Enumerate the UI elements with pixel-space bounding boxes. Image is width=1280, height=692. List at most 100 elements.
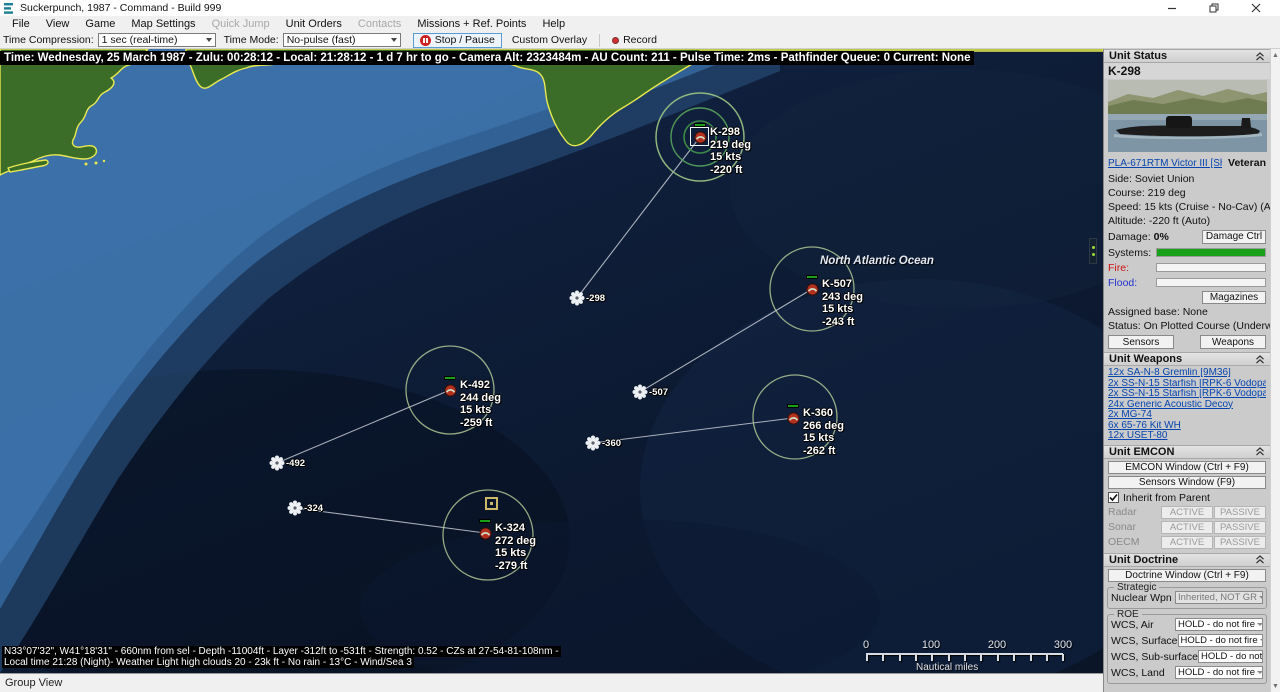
waypoint-marker-507[interactable]: -507	[632, 384, 648, 405]
collapse-chevron-icon[interactable]	[1255, 355, 1265, 364]
record-button[interactable]: Record	[606, 33, 663, 48]
oecm-active-button[interactable]: ACTIVE	[1161, 536, 1213, 549]
waypoint-marker-360[interactable]: -360	[585, 435, 601, 456]
waypoint-marker-492[interactable]: -492	[269, 455, 285, 476]
weapons-button[interactable]: Weapons	[1200, 335, 1266, 349]
weapon-link[interactable]: 2x MG-74	[1108, 410, 1266, 421]
sonar-active-button[interactable]: ACTIVE	[1161, 521, 1213, 534]
unit-status-header[interactable]: Unit Status	[1104, 49, 1270, 63]
menu-unit-orders[interactable]: Unit Orders	[278, 16, 350, 32]
unit-weapons-title: Unit Weapons	[1109, 353, 1182, 365]
waypoint-marker-324[interactable]: -324	[287, 500, 303, 521]
toolbar-separator	[599, 34, 600, 47]
unit-speed-info: Speed: 15 kts (Cruise - No-Cav) (Auto)	[1104, 200, 1270, 214]
unit-emcon-header[interactable]: Unit EMCON	[1104, 445, 1270, 459]
weapon-link[interactable]: 12x SA-N-8 Gremlin [9M36]	[1108, 368, 1266, 379]
unit-course: 272 deg	[495, 535, 536, 548]
minimize-button[interactable]	[1166, 2, 1178, 14]
flood-label: Flood:	[1108, 277, 1156, 289]
cursor-status-line1: N33°07'32", W41°18'31" - 660nm from sel …	[2, 646, 561, 657]
unit-name: K-324	[495, 522, 536, 535]
waypoint-gear-icon	[287, 500, 303, 516]
sensors-window-button[interactable]: Sensors Window (F9)	[1108, 476, 1266, 489]
unit-course: 219 deg	[710, 139, 751, 152]
waypoint-label: -298	[586, 293, 605, 304]
unit-depth: -259 ft	[460, 417, 501, 430]
menu-missions-ref-points[interactable]: Missions + Ref. Points	[409, 16, 534, 32]
sonar-passive-button[interactable]: PASSIVE	[1214, 521, 1266, 534]
nuclear-wpn-select[interactable]: Inherited, NOT GR	[1175, 591, 1263, 604]
health-bar	[806, 275, 818, 279]
unit-speed: 15 kts	[710, 151, 751, 164]
sidebar-collapse-handle[interactable]	[1089, 238, 1097, 264]
magazines-button[interactable]: Magazines	[1202, 291, 1266, 304]
weapon-link[interactable]: 2x SS-N-15 Starfish [RPK-6 Vodopad, UMGT…	[1108, 389, 1266, 400]
unit-course: 266 deg	[803, 420, 844, 433]
title-bar: Suckerpunch, 1987 - Command - Build 999	[0, 0, 1280, 16]
reference-point[interactable]	[485, 497, 498, 510]
close-button[interactable]	[1250, 2, 1262, 14]
chevron-down-icon	[1257, 671, 1263, 674]
health-bar	[444, 376, 456, 380]
menu-file[interactable]: File	[4, 16, 38, 32]
wcs-air-select[interactable]: HOLD - do not fire	[1175, 618, 1263, 631]
record-label: Record	[623, 34, 657, 46]
sidebar-scrollbar[interactable]: ▲ ▼	[1270, 49, 1280, 692]
weapon-link[interactable]: 6x 65-76 Kit WH	[1108, 421, 1266, 432]
oecm-passive-button[interactable]: PASSIVE	[1214, 536, 1266, 549]
wcs-surface-select[interactable]: HOLD - do not fire	[1178, 634, 1263, 647]
unit-doctrine-header[interactable]: Unit Doctrine	[1104, 553, 1270, 567]
emcon-window-button[interactable]: EMCON Window (Ctrl + F9)	[1108, 461, 1266, 474]
menu-game[interactable]: Game	[77, 16, 123, 32]
stop-pause-label: Stop / Pause	[435, 34, 495, 46]
sonar-label: Sonar	[1108, 521, 1160, 533]
chevron-down-icon	[391, 38, 397, 42]
map-base-layer	[0, 49, 1103, 673]
radar-active-button[interactable]: ACTIVE	[1161, 506, 1213, 519]
collapse-chevron-icon[interactable]	[1255, 447, 1265, 456]
radar-passive-button[interactable]: PASSIVE	[1214, 506, 1266, 519]
wcs-land-value: HOLD - do not fire	[1178, 667, 1255, 678]
waypoint-marker-298[interactable]: -298	[569, 290, 585, 311]
scroll-up-icon[interactable]: ▲	[1271, 49, 1280, 61]
weapon-link[interactable]: 12x USET-80	[1108, 431, 1266, 442]
waypoint-gear-icon	[632, 384, 648, 400]
view-mode-label: Group View	[5, 677, 62, 689]
unit-status-text: Status: On Plotted Course (Underway)	[1104, 319, 1270, 333]
maximize-button[interactable]	[1208, 2, 1220, 14]
health-bar	[694, 123, 706, 127]
time-compression-select[interactable]: 1 sec (real-time)	[98, 33, 216, 47]
menu-map-settings[interactable]: Map Settings	[123, 16, 203, 32]
sensors-button[interactable]: Sensors	[1108, 335, 1174, 349]
unit-class-link[interactable]: PLA-671RTM Victor III [Shchuka	[1108, 158, 1222, 169]
stop-pause-button[interactable]: Stop / Pause	[413, 33, 502, 48]
unit-depth: -243 ft	[822, 316, 863, 329]
doctrine-window-button[interactable]: Doctrine Window (Ctrl + F9)	[1108, 569, 1266, 582]
time-mode-select[interactable]: No-pulse (fast)	[283, 33, 401, 47]
time-mode-value: No-pulse (fast)	[287, 34, 356, 46]
custom-overlay-button[interactable]: Custom Overlay	[506, 33, 593, 48]
map-scale-bar: 0 100 200 300 Nautical miles	[858, 639, 1070, 673]
weapon-link[interactable]: 24x Generic Acoustic Decoy	[1108, 400, 1266, 411]
weapon-link[interactable]: 2x SS-N-15 Starfish [RPK-6 Vodopad, 5kT …	[1108, 379, 1266, 390]
menu-view[interactable]: View	[38, 16, 78, 32]
inherit-from-parent-checkbox[interactable]	[1108, 492, 1119, 503]
unit-altitude-info: Altitude: -220 ft (Auto)	[1104, 214, 1270, 228]
scroll-down-icon[interactable]: ▼	[1271, 680, 1280, 692]
collapse-chevron-icon[interactable]	[1255, 555, 1265, 564]
app-icon	[4, 3, 15, 14]
wcs-land-select[interactable]: HOLD - do not fire	[1175, 666, 1263, 679]
unit-weapons-header[interactable]: Unit Weapons	[1104, 352, 1270, 366]
wcs-subsurface-select[interactable]: HOLD - do not fire	[1198, 650, 1263, 663]
unit-course: 243 deg	[822, 291, 863, 304]
cursor-status-line2: Local time 21:28 (Night)- Weather Light …	[2, 657, 414, 668]
waypoint-gear-icon	[269, 455, 285, 471]
waypoint-label: -324	[304, 503, 323, 514]
menu-help[interactable]: Help	[534, 16, 573, 32]
systems-bar	[1156, 248, 1266, 257]
damage-ctrl-button[interactable]: Damage Ctrl	[1202, 230, 1266, 244]
map-area[interactable]: Time: Wednesday, 25 March 1987 - Zulu: 0…	[0, 49, 1103, 673]
collapse-chevron-icon[interactable]	[1255, 52, 1265, 61]
unit-emcon-title: Unit EMCON	[1109, 446, 1174, 458]
proficiency-label: Veteran	[1228, 157, 1266, 169]
